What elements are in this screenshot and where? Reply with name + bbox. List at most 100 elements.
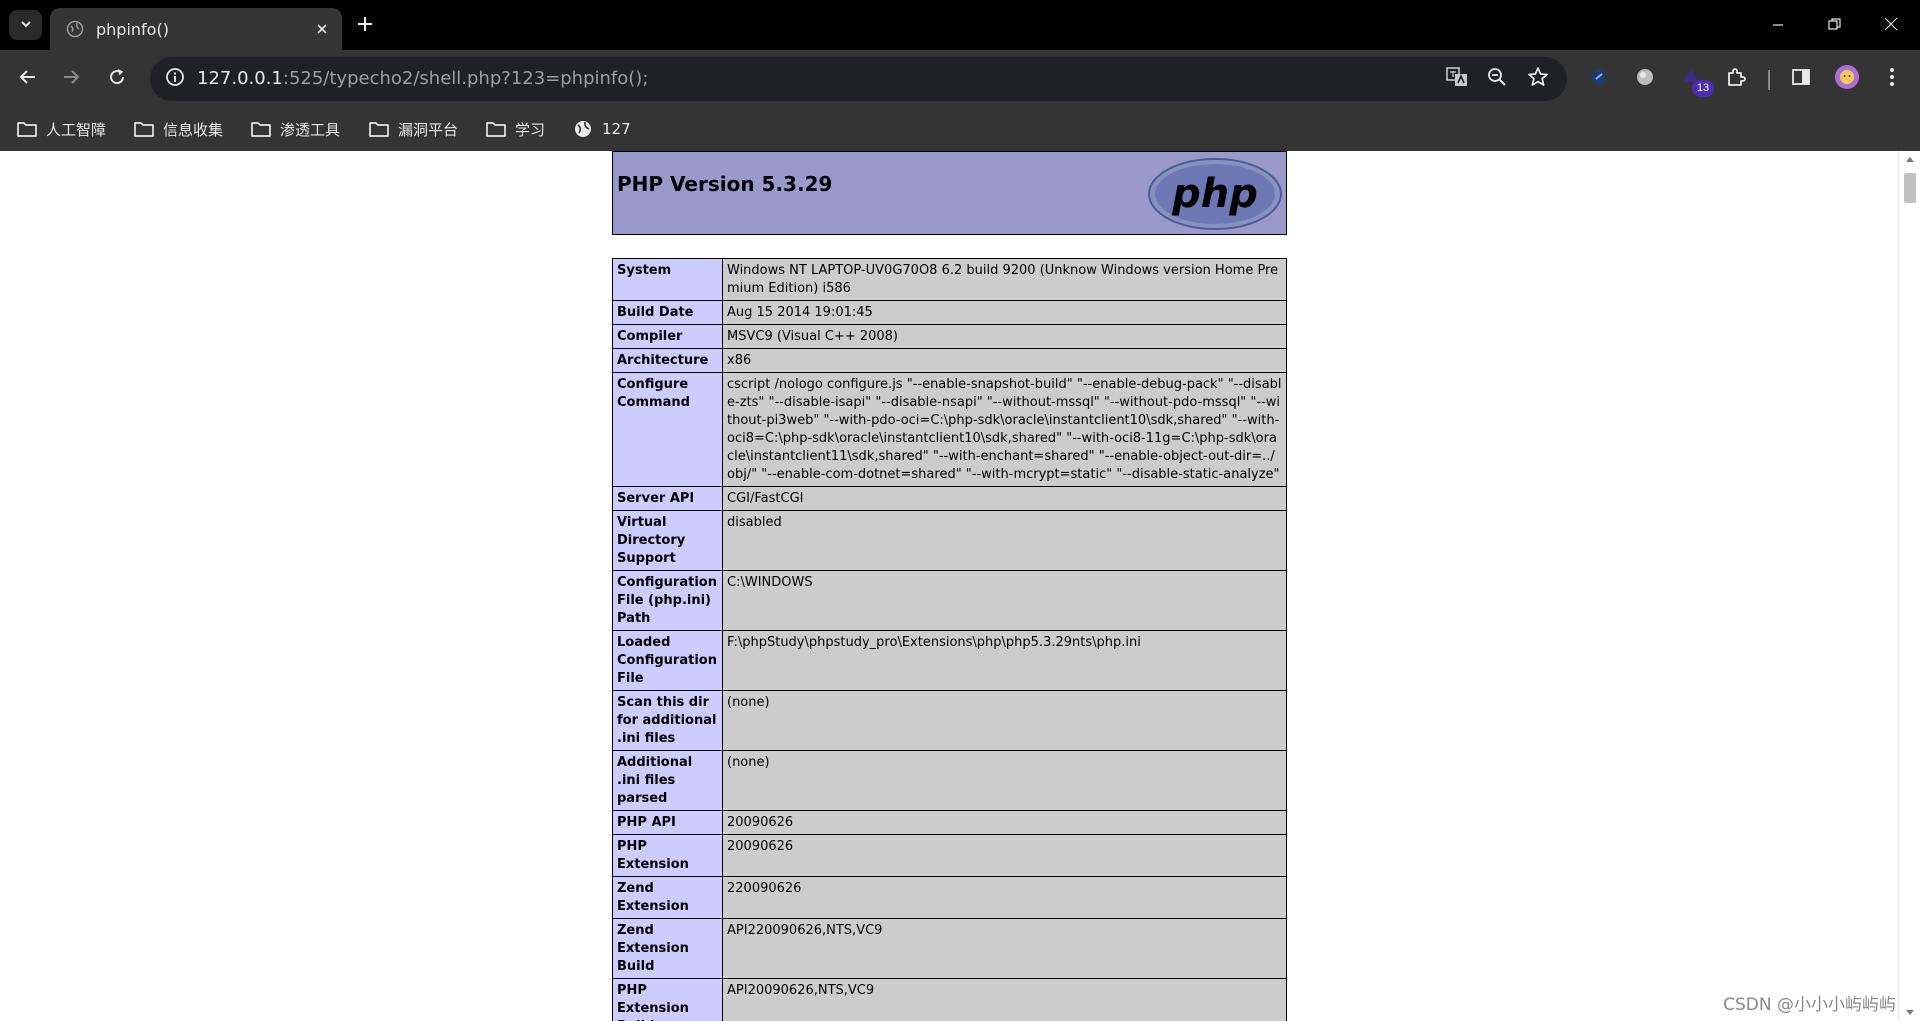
table-row: Server API CGI/FastCGI xyxy=(612,486,1287,511)
row-key: Server API xyxy=(612,486,723,511)
toolbar: 127.0.0.1:525/typecho2/shell.php?123=php… xyxy=(0,50,1920,108)
bookmark-folder-pentest-tools[interactable]: 渗透工具 xyxy=(250,116,340,142)
site-info-button[interactable] xyxy=(160,64,190,94)
php-logo: php xyxy=(1148,158,1282,230)
translate-button[interactable] xyxy=(1442,64,1472,94)
bookmark-folder-vuln-platform[interactable]: 漏洞平台 xyxy=(368,116,458,142)
page-viewport: PHP Version 5.3.29 php System Windows NT … xyxy=(0,151,1920,1021)
bookmark-folder-ai[interactable]: 人工智障 xyxy=(16,116,106,142)
row-value: API220090626,NTS,VC9 xyxy=(722,918,1287,979)
vertical-scrollbar[interactable] xyxy=(1898,151,1920,1021)
bookmark-star-button[interactable] xyxy=(1523,64,1553,94)
row-key: Zend Extension xyxy=(612,876,723,919)
url-host: 127.0.0.1 xyxy=(197,68,283,89)
table-row: Virtual Directory Support disabled xyxy=(612,510,1287,571)
bookmark-folder-study[interactable]: 学习 xyxy=(485,116,545,142)
url-text[interactable]: 127.0.0.1:525/typecho2/shell.php?123=php… xyxy=(197,68,648,89)
table-row: PHP Extension BuildAPI20090626,NTS,VC9 xyxy=(612,978,1287,1021)
extension-globe-button[interactable] xyxy=(1629,63,1661,95)
new-tab-button[interactable] xyxy=(350,11,380,41)
extension-link-button[interactable] xyxy=(1583,63,1615,95)
watermark: CSDN @小小小屿屿屿 xyxy=(1723,995,1896,1015)
close-icon[interactable] xyxy=(308,15,336,43)
row-value: 20090626 xyxy=(722,810,1287,835)
more-vertical-icon xyxy=(1889,67,1895,91)
globe-icon xyxy=(66,20,84,38)
row-value: cscript /nologo configure.js "--enable-s… xyxy=(722,372,1287,487)
window-close-button[interactable] xyxy=(1862,0,1920,50)
php-logo-text: php xyxy=(1171,171,1258,217)
table-row: Loaded Configuration File F:\phpStudy\php… xyxy=(612,630,1287,691)
folder-icon xyxy=(133,118,155,140)
forward-button[interactable] xyxy=(55,63,87,95)
profile-button[interactable] xyxy=(1831,63,1863,95)
reload-button[interactable] xyxy=(101,63,133,95)
back-button[interactable] xyxy=(12,63,44,95)
bookmark-label: 漏洞平台 xyxy=(398,120,459,139)
bookmark-label: 信息收集 xyxy=(163,120,224,139)
scroll-down-arrow-icon[interactable] xyxy=(1906,1010,1914,1015)
bookmarks-bar: 人工智障 信息收集 渗透工具 漏洞平台 学习 127 xyxy=(0,108,1920,151)
close-icon xyxy=(1884,16,1898,35)
zoom-out-icon xyxy=(1487,67,1507,91)
row-key: Loaded Configuration File xyxy=(612,630,723,691)
minimize-button[interactable] xyxy=(1749,0,1807,50)
tab-title: phpinfo() xyxy=(96,19,169,39)
row-key: Configure Command xyxy=(612,372,723,487)
extension-badge-count: 13 xyxy=(1692,80,1714,97)
row-value: (none) xyxy=(722,750,1287,811)
bookmark-127[interactable]: 127 xyxy=(572,116,631,142)
row-value: API20090626,NTS,VC9 xyxy=(722,978,1287,1021)
extensions-button[interactable] xyxy=(1720,63,1752,95)
row-value: disabled xyxy=(722,510,1287,571)
table-row: PHP API 20090626 xyxy=(612,810,1287,835)
star-icon xyxy=(1527,66,1549,92)
scrollbar-thumb[interactable] xyxy=(1904,173,1916,203)
address-bar[interactable]: 127.0.0.1:525/typecho2/shell.php?123=php… xyxy=(150,57,1567,101)
translate-icon xyxy=(1446,66,1468,92)
link-extension-icon xyxy=(1589,67,1609,91)
bookmark-label: 学习 xyxy=(515,120,546,139)
table-row: PHP Extension 20090626 xyxy=(612,834,1287,877)
table-row: Scan this dir for additional .ini files(… xyxy=(612,690,1287,751)
back-arrow-icon xyxy=(19,68,37,90)
side-panel-button[interactable] xyxy=(1785,63,1817,95)
table-row: Architecture x86 xyxy=(612,348,1287,373)
row-key: Build Date xyxy=(612,300,723,325)
row-value: CGI/FastCGI xyxy=(722,486,1287,511)
table-row: Zend Extension Build API220090626,NTS,VC9 xyxy=(612,918,1287,979)
bookmark-label: 人工智障 xyxy=(46,120,107,139)
row-value: Windows NT LAPTOP-UV0G70O8 6.2 build 920… xyxy=(722,258,1287,301)
avatar-icon xyxy=(1834,64,1860,94)
toolbar-separator xyxy=(1768,70,1770,90)
bookmark-folder-info-gathering[interactable]: 信息收集 xyxy=(133,116,223,142)
row-key: Configuration File (php.ini) Path xyxy=(612,570,723,631)
restore-icon xyxy=(1827,16,1841,35)
globe-extension-icon xyxy=(1635,67,1655,91)
restore-button[interactable] xyxy=(1805,0,1863,50)
row-key: System xyxy=(612,258,723,301)
tab-active[interactable]: phpinfo() xyxy=(50,8,342,50)
side-panel-icon xyxy=(1791,67,1811,91)
extension-badge-button[interactable]: 13 xyxy=(1675,63,1714,97)
page-title: PHP Version 5.3.29 xyxy=(617,172,833,196)
row-key: PHP Extension xyxy=(612,834,723,877)
row-value: 20090626 xyxy=(722,834,1287,877)
menu-button[interactable] xyxy=(1876,63,1908,95)
row-value: MSVC9 (Visual C++ 2008) xyxy=(722,324,1287,349)
tab-search-button[interactable] xyxy=(9,10,42,40)
info-icon xyxy=(165,67,185,91)
php-version-header: PHP Version 5.3.29 php xyxy=(612,151,1287,235)
table-row: Additional .ini files parsed (none) xyxy=(612,750,1287,811)
bookmark-label: 127 xyxy=(602,120,631,138)
zoom-button[interactable] xyxy=(1482,64,1512,94)
minimize-icon xyxy=(1772,16,1784,35)
table-row: Build Date Aug 15 2014 19:01:45 xyxy=(612,300,1287,325)
phpinfo-table: System Windows NT LAPTOP-UV0G70O8 6.2 bui… xyxy=(612,258,1287,1021)
row-key: Additional .ini files parsed xyxy=(612,750,723,811)
scroll-up-arrow-icon[interactable] xyxy=(1906,157,1914,162)
row-value: x86 xyxy=(722,348,1287,373)
row-key: Zend Extension Build xyxy=(612,918,723,979)
table-row: System Windows NT LAPTOP-UV0G70O8 6.2 bui… xyxy=(612,258,1287,301)
reload-icon xyxy=(108,68,126,90)
